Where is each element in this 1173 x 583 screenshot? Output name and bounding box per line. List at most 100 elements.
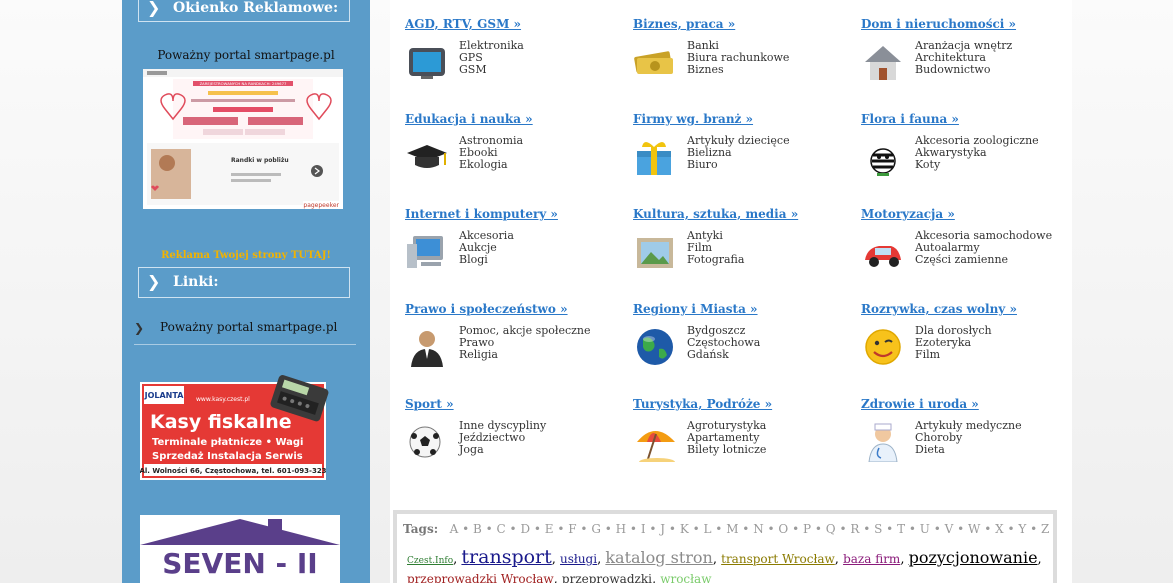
tag-cloud-link[interactable]: transport Wrocław xyxy=(721,552,835,566)
category-link[interactable]: Rozrywka, czas wolny » xyxy=(861,302,1017,316)
subcategory-link[interactable]: Blogi xyxy=(459,254,514,266)
tag-letter-link[interactable]: P xyxy=(803,522,811,536)
tag-letter-link[interactable]: A xyxy=(450,522,459,536)
soccer-ball-icon xyxy=(405,422,449,462)
category-link[interactable]: Prawo i społeczeństwo » xyxy=(405,302,568,316)
separator-dot: • xyxy=(553,522,569,536)
svg-text:Terminale płatnicze • Wagi: Terminale płatnicze • Wagi xyxy=(152,437,303,448)
tag-letter-link[interactable]: V xyxy=(945,522,954,536)
subcategory-list: Artykuły dziecięce Bielizna Biuro xyxy=(687,135,790,171)
subcategory-list: Elektronika GPS GSM xyxy=(459,40,524,76)
tag-letter-link[interactable]: B xyxy=(473,522,482,536)
subcategory-list: Akcesoria zoologiczne Akwarystyka Koty xyxy=(915,135,1039,171)
tag-letter-link[interactable]: T xyxy=(897,522,905,536)
separator-dot: • xyxy=(953,522,969,536)
subcategory-link[interactable]: Religia xyxy=(459,349,591,361)
subcategory-link[interactable]: Biznes xyxy=(687,64,789,76)
category-link[interactable]: Edukacja i nauka » xyxy=(405,112,533,126)
category-link[interactable]: Sport » xyxy=(405,397,454,411)
graduation-cap-icon xyxy=(405,137,449,177)
tag-letter-link[interactable]: W xyxy=(968,522,980,536)
subcategory-link[interactable]: Bilety lotnicze xyxy=(687,444,766,456)
subcategory-link[interactable]: Części zamienne xyxy=(915,254,1052,266)
tag-letter-link[interactable]: D xyxy=(520,522,530,536)
category-block: Dom i nieruchomości » Aranżacja wnętrz Arc… xyxy=(861,0,1081,80)
promo-link[interactable]: Reklama Twojej strony TUTAJ! xyxy=(122,250,370,261)
category-link[interactable]: Flora i fauna » xyxy=(861,112,959,126)
tag-cloud-link[interactable]: przeprowadzki Wrocław xyxy=(407,572,554,583)
separator-dot: • xyxy=(645,522,661,536)
sidebar-link-smartpage[interactable]: ❯ Poważny portal smartpage.pl xyxy=(134,318,356,345)
tag-cloud-link[interactable]: Czest.Info xyxy=(407,556,453,566)
tag-letter-link[interactable]: Z xyxy=(1041,522,1049,536)
svg-text:ZAREJESTROWANYCH NA RANDKACH:: ZAREJESTROWANYCH NA RANDKACH: 249677 xyxy=(200,81,287,86)
tag-cloud-link[interactable]: pozycjonowanie xyxy=(909,548,1038,567)
arrow-right-icon: ❯ xyxy=(134,321,145,335)
subcategory-link[interactable]: Biuro xyxy=(687,159,790,171)
tag-letter-link[interactable]: C xyxy=(497,522,506,536)
tag-letter-link[interactable]: H xyxy=(616,522,626,536)
category-link[interactable]: Biznes, praca » xyxy=(633,17,735,31)
category-link[interactable]: Turystyka, Podróże » xyxy=(633,397,772,411)
seven-ii-banner[interactable]: SEVEN - II xyxy=(140,515,340,583)
subcategory-list: Pomoc, akcje społeczne Prawo Religia xyxy=(459,325,591,361)
tag-cloud-link[interactable]: katalog stron xyxy=(605,548,713,567)
subcategory-link[interactable]: Dieta xyxy=(915,444,1022,456)
tag-letter-link[interactable]: X xyxy=(995,522,1004,536)
category-link[interactable]: AGD, RTV, GSM » xyxy=(405,17,521,31)
website-preview-image: ZAREJESTROWANYCH NA RANDKACH: 249677 Ran… xyxy=(143,69,343,209)
category-block: Biznes, praca » Banki Biura rachunkowe Bizn… xyxy=(633,0,853,80)
tag-letter-link[interactable]: N xyxy=(753,522,764,536)
tag-letter-link[interactable]: U xyxy=(920,522,930,536)
subcategory-link[interactable]: GSM xyxy=(459,64,524,76)
separator-dot: • xyxy=(576,522,592,536)
category-link[interactable]: Zdrowie i uroda » xyxy=(861,397,979,411)
subcategory-link[interactable]: Gdańsk xyxy=(687,349,760,361)
kasy-fiskalne-banner[interactable]: JOLANTA www.kasy.czest.pl Kasy fiskalne … xyxy=(139,372,344,480)
ad-caption: Poważny portal smartpage.pl xyxy=(157,48,335,62)
subcategory-link[interactable]: Koty xyxy=(915,159,1039,171)
svg-text:Randki w pobliżu: Randki w pobliżu xyxy=(231,157,289,164)
separator-dot: • xyxy=(905,522,920,536)
separator-dot: • xyxy=(882,522,898,536)
tag-letter-link[interactable]: Q xyxy=(826,522,836,536)
tag-letter-link[interactable]: O xyxy=(778,522,788,536)
separator-dot: • xyxy=(688,522,704,536)
tag-letter-link[interactable]: G xyxy=(591,522,601,536)
tag-letter-link[interactable]: E xyxy=(545,522,554,536)
subcategory-list: Akcesoria Aukcje Blogi xyxy=(459,230,514,266)
separator-dot: • xyxy=(859,522,875,536)
separator-dot: • xyxy=(788,522,803,536)
category-link[interactable]: Regiony i Miasta » xyxy=(633,302,758,316)
tags-label: Tags: xyxy=(403,522,439,536)
tag-letter-link[interactable]: K xyxy=(680,522,689,536)
chevron-right-icon: ❯ xyxy=(147,0,161,17)
tag-letter-link[interactable]: F xyxy=(568,522,576,536)
category-link[interactable]: Firmy wg. branż » xyxy=(633,112,753,126)
tag-cloud-link[interactable]: przeprowadzki xyxy=(562,572,652,583)
category-link[interactable]: Dom i nieruchomości » xyxy=(861,17,1016,31)
subcategory-link[interactable]: Budownictwo xyxy=(915,64,1012,76)
category-link[interactable]: Motoryzacja » xyxy=(861,207,955,221)
tag-letter-link[interactable]: M xyxy=(726,522,738,536)
svg-text:Kasy fiskalne: Kasy fiskalne xyxy=(150,411,292,433)
category-block: Kultura, sztuka, media » Antyki Film Fotogr… xyxy=(633,190,853,270)
tag-cloud-link[interactable]: wrocław xyxy=(660,572,711,583)
subcategory-link[interactable]: Ekologia xyxy=(459,159,523,171)
ad-thumbnail[interactable]: ZAREJESTROWANYCH NA RANDKACH: 249677 Ran… xyxy=(143,69,343,209)
tag-cloud-link[interactable]: baza firm xyxy=(843,552,900,566)
svg-text:www.kasy.czest.pl: www.kasy.czest.pl xyxy=(196,396,250,403)
tag-cloud-link[interactable]: transport xyxy=(461,546,551,568)
globe-icon xyxy=(633,327,677,367)
category-block: Sport » Inne dyscypliny Jeździectwo Joga xyxy=(405,380,625,460)
separator-dot: • xyxy=(665,522,680,536)
category-link[interactable]: Kultura, sztuka, media » xyxy=(633,207,798,221)
subcategory-link[interactable]: Film xyxy=(915,349,992,361)
separator-dot: • xyxy=(505,522,521,536)
category-link[interactable]: Internet i komputery » xyxy=(405,207,558,221)
subcategory-link[interactable]: Fotografia xyxy=(687,254,744,266)
subcategory-link[interactable]: Joga xyxy=(459,444,546,456)
tag-cloud-link[interactable]: usługi xyxy=(560,552,597,566)
zebra-icon xyxy=(861,137,905,177)
subcategory-list: Inne dyscypliny Jeździectwo Joga xyxy=(459,420,546,456)
